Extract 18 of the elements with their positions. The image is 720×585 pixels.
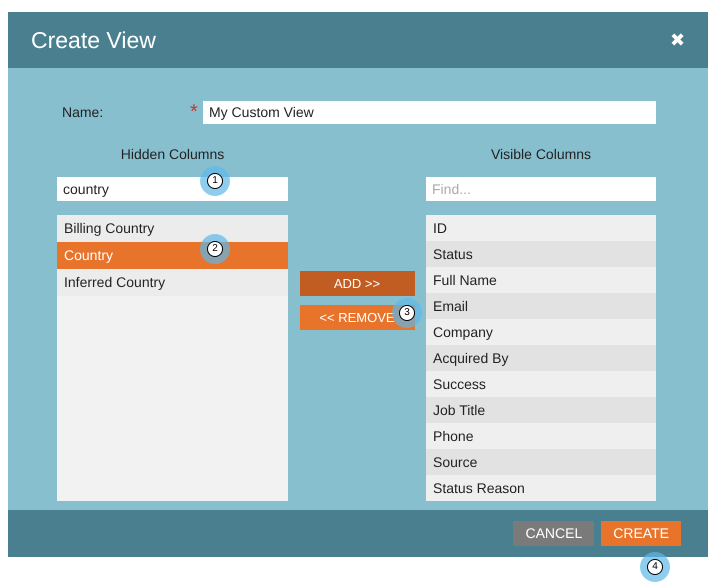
find-field[interactable]: Find... — [426, 177, 656, 201]
name-field[interactable]: My Custom View — [203, 100, 656, 124]
add-button[interactable]: ADD >> — [300, 271, 414, 296]
cancel-button[interactable]: CANCEL — [513, 521, 594, 546]
step-marker: 4 — [640, 552, 670, 582]
list-item[interactable]: Job Title — [426, 397, 656, 423]
field-label: Name: — [62, 102, 104, 122]
required-mark: * — [190, 100, 199, 125]
list-item[interactable]: Status — [426, 241, 656, 267]
column-heading: Hidden Columns — [120, 145, 224, 164]
list-item[interactable]: Inferred Country — [57, 269, 288, 296]
close-button[interactable]: ✖ — [670, 26, 685, 54]
list-item[interactable]: Source — [426, 449, 656, 475]
column-heading: Visible Columns — [490, 145, 592, 164]
list-item[interactable]: Email — [426, 293, 656, 319]
dialog-title: Create View — [31, 26, 156, 55]
list-item[interactable]: Acquired By — [426, 345, 656, 371]
list-item[interactable]: Billing Country — [57, 215, 288, 242]
